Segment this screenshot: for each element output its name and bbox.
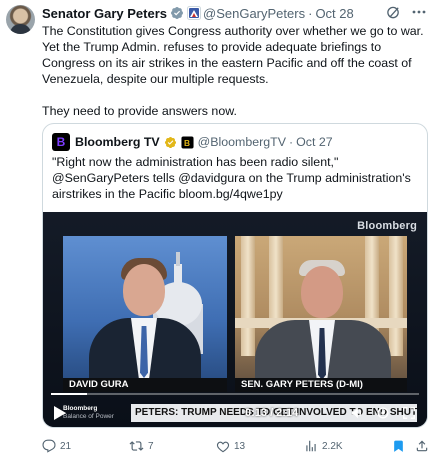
quoted-tweet-date[interactable]: Oct 27 [296, 135, 333, 149]
reply-count: 21 [60, 440, 72, 452]
video-progress-bar[interactable] [51, 393, 419, 395]
grok-icon[interactable] [385, 4, 401, 20]
author-name[interactable]: Senator Gary Peters [42, 6, 167, 21]
svg-text:B: B [184, 137, 190, 147]
more-icon[interactable] [411, 4, 427, 20]
column [241, 236, 255, 356]
quoted-tweet-text: "Right now the administration has been r… [52, 155, 411, 201]
bloomberg-watermark: Bloomberg [357, 220, 417, 232]
views-icon [306, 440, 316, 452]
reply-icon [42, 439, 56, 453]
video-panel-left [63, 236, 227, 378]
government-verified-icon[interactable] [170, 6, 184, 20]
views-count: 2.2K [322, 440, 343, 452]
video-panel-right [235, 236, 407, 378]
bloomberg-affiliate-icon[interactable]: B [181, 135, 194, 149]
header-actions [385, 4, 427, 20]
retweet-button[interactable]: 7 [129, 439, 154, 453]
column [389, 236, 403, 356]
share-icon [416, 440, 428, 452]
separator: · [289, 135, 294, 149]
lower-third-right: SEN. GARY PETERS (D-MI) [235, 378, 407, 392]
video-time: 0:13 / 2:14 [245, 407, 299, 419]
quoted-tweet-header: B Bloomberg TV B @BloombergTV · Oct 27 [52, 133, 333, 151]
bookmark-button[interactable] [392, 439, 405, 453]
quoted-tweet[interactable]: B Bloomberg TV B @BloombergTV · Oct 27 "… [42, 123, 428, 428]
quoted-avatar-letter: B [56, 135, 66, 149]
separator: · [308, 5, 313, 21]
tweet-date[interactable]: Oct 28 [315, 6, 353, 21]
quoted-author-name[interactable]: Bloomberg TV [75, 135, 160, 149]
gold-verified-icon[interactable] [164, 136, 177, 149]
quoted-avatar[interactable]: B [52, 133, 70, 151]
avatar[interactable] [6, 5, 35, 34]
tweet-header: Senator Gary Peters @SenGaryPeters · Oct… [42, 4, 354, 22]
heart-icon [216, 441, 230, 453]
tweet-actions: 21 7 13 2.2K [42, 437, 428, 455]
reply-button[interactable]: 21 [42, 439, 71, 453]
us-senate-flag-icon[interactable] [187, 6, 202, 20]
like-count: 13 [234, 440, 246, 452]
retweet-count: 7 [148, 440, 154, 452]
fullscreen-icon[interactable] [401, 405, 417, 421]
bookmark-icon [394, 440, 403, 452]
ticker-brand-name: Bloomberg [63, 405, 98, 412]
like-button[interactable]: 13 [216, 439, 245, 453]
tweet[interactable]: Senator Gary Peters @SenGaryPeters · Oct… [0, 0, 435, 458]
ticker-brand: Bloomberg Balance of Power [63, 404, 129, 422]
retweet-icon [129, 441, 144, 451]
share-button[interactable] [415, 439, 429, 453]
volume-icon[interactable] [349, 405, 365, 421]
ticker-brand-show: Balance of Power [63, 413, 114, 420]
senator-face [301, 266, 343, 318]
quoted-author-handle[interactable]: @BloombergTV [198, 135, 286, 149]
tweet-paragraph: The Constitution gives Congress authorit… [42, 24, 424, 86]
play-icon[interactable] [53, 405, 67, 421]
author-handle[interactable]: @SenGaryPeters [203, 6, 305, 21]
video-controls [349, 404, 417, 422]
views-button[interactable]: 2.2K [304, 439, 343, 453]
lower-third-left: DAVID GURA [63, 378, 227, 392]
video-player[interactable]: Bloomberg DAVID GURA SEN. GARY PETERS (D… [43, 212, 427, 427]
settings-icon[interactable] [375, 405, 391, 421]
video-progress-fill [51, 393, 87, 395]
tweet-text: The Constitution gives Congress authorit… [42, 23, 427, 119]
anchor-face [123, 264, 165, 316]
tweet-paragraph: They need to provide answers now. [42, 104, 237, 118]
